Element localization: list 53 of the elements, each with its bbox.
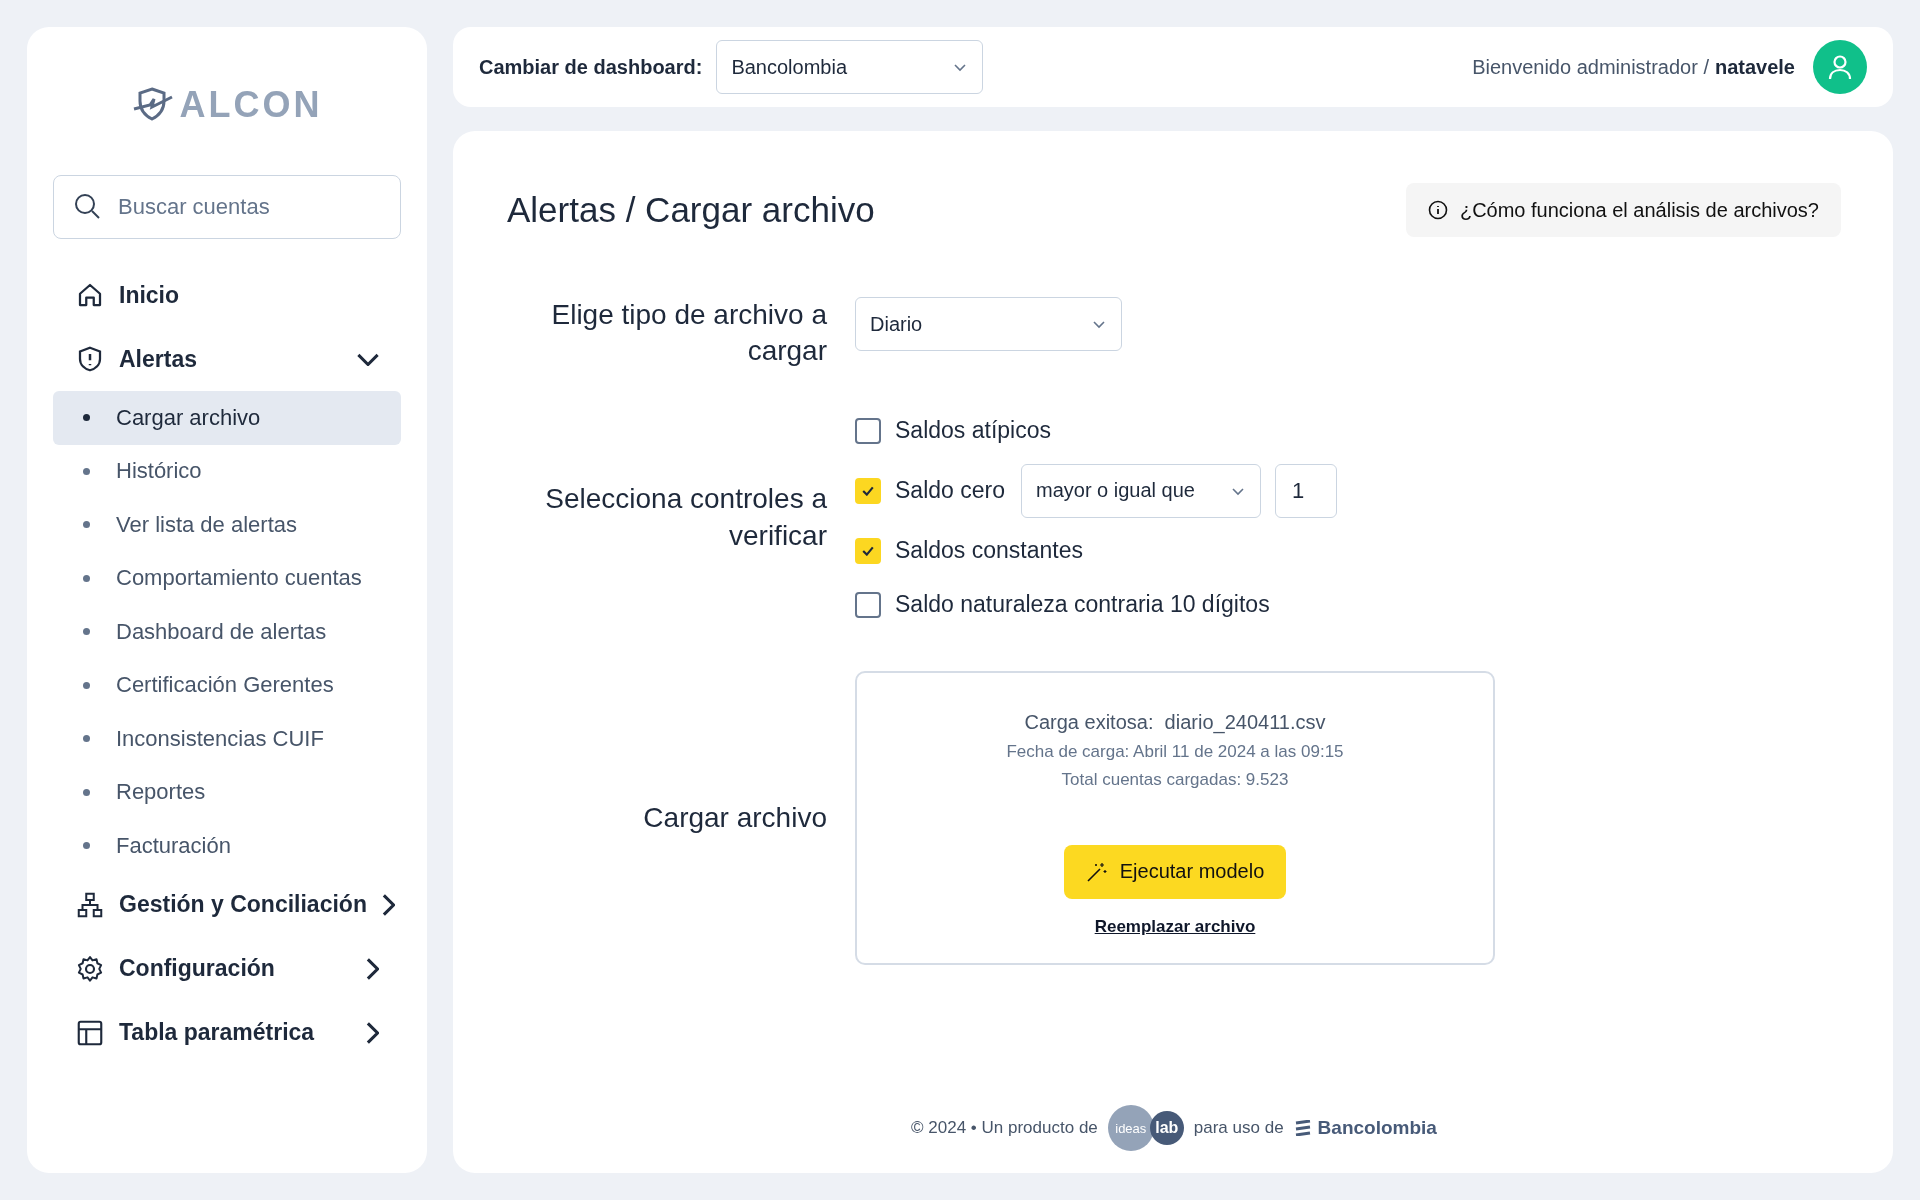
nav-subitem[interactable]: Comportamiento cuentas [53, 551, 401, 605]
chevron-right-icon [365, 957, 379, 980]
nav-subitem[interactable]: Facturación [53, 819, 401, 873]
dashboard-select[interactable]: Bancolombia [716, 40, 984, 94]
file-type-select[interactable]: Diario [855, 297, 1122, 351]
nav-subitem[interactable]: Inconsistencias CUIF [53, 712, 401, 766]
run-model-button[interactable]: Ejecutar modelo [1063, 844, 1287, 899]
operator-select[interactable]: mayor o igual que [1020, 463, 1261, 518]
welcome-text: Bienvenido administrador / [1472, 55, 1709, 79]
nav-subitem[interactable]: Reportes [53, 765, 401, 819]
dashboard-label: Cambiar de dashboard: [479, 55, 703, 79]
info-icon [1427, 200, 1448, 220]
nav-subitem[interactable]: Cargar archivo [53, 391, 401, 445]
checkbox[interactable] [855, 591, 881, 618]
search-field[interactable]: Buscar cuentas [53, 175, 401, 239]
chevron-down-icon [357, 352, 379, 366]
nav-item[interactable]: Configuración [53, 936, 401, 1001]
check-icon [862, 485, 874, 496]
footer-text: para uso de [1193, 1118, 1284, 1138]
check-icon [862, 545, 874, 556]
maker-logo: ideas lab [1107, 1105, 1184, 1151]
field-label: Cargar archivo [643, 800, 827, 835]
value-input[interactable]: 1 [1274, 463, 1337, 518]
help-button[interactable]: ¿Cómo funciona el análisis de archivos? [1405, 183, 1841, 237]
chevron-right-icon [380, 893, 395, 916]
nav-subitem[interactable]: Histórico [53, 444, 401, 498]
nav-item[interactable]: Alertas [53, 327, 401, 391]
upload-status: Carga exitosa: diario_240411.csv [1024, 710, 1326, 734]
checkbox-label: Saldos atípicos [895, 417, 1051, 445]
field-label: Elige tipo de archivo a cargar [550, 298, 827, 369]
magic-wand-icon [1085, 860, 1108, 883]
checkbox[interactable] [855, 417, 881, 444]
field-label: Selecciona controles a verificar [544, 482, 827, 553]
footer-text: © 2024 • Un producto de [911, 1118, 1098, 1138]
search-icon [73, 192, 101, 220]
checkbox-label: Saldo naturaleza contraria 10 dígitos [895, 591, 1270, 619]
user-name: natavele [1714, 55, 1795, 79]
upload-total: Total cuentas cargadas: 9.523 [1061, 769, 1289, 790]
nav-subitem[interactable]: Ver lista de alertas [53, 498, 401, 552]
gear-icon [75, 953, 105, 984]
nav-item[interactable]: Gestión y Conciliación [53, 872, 401, 937]
upload-date: Fecha de carga: Abril 11 de 2024 a las 09:15 [1006, 741, 1344, 762]
replace-file-link[interactable]: Reemplazar archivo [1094, 916, 1256, 937]
logo-text: ALCON [179, 83, 323, 126]
checkbox-label: Saldo cero [895, 477, 1005, 505]
nav-item[interactable]: Tabla paramétrica [53, 1000, 401, 1065]
page-title: Alertas / Cargar archivo [507, 190, 875, 230]
nav-item[interactable]: Inicio [53, 263, 401, 327]
nav-subitem[interactable]: Certificación Gerentes [53, 658, 401, 712]
chevron-right-icon [365, 1021, 379, 1044]
nav-subitem[interactable]: Dashboard de alertas [53, 605, 401, 659]
client-logo: Bancolombia [1293, 1117, 1437, 1139]
checkbox-label: Saldos constantes [895, 537, 1083, 565]
